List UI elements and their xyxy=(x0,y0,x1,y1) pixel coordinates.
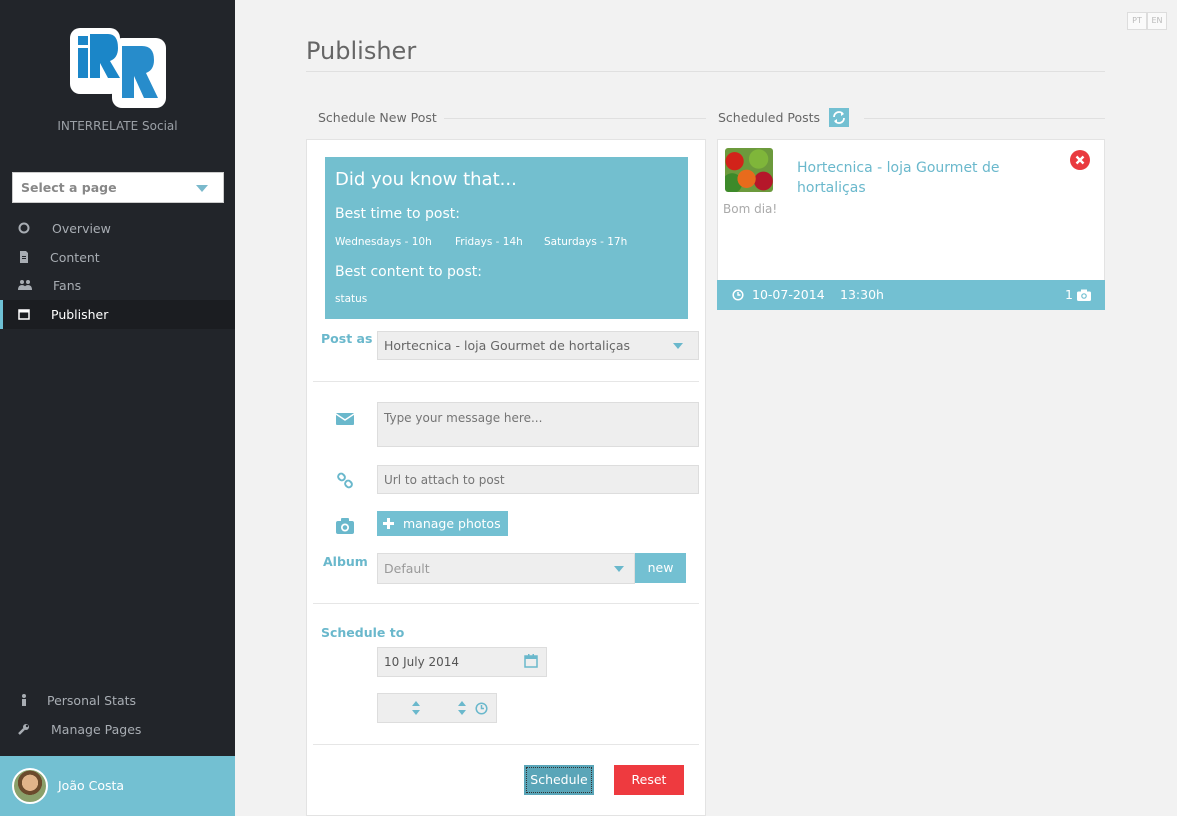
file-icon xyxy=(20,251,28,263)
sidebar-item-manage-pages[interactable]: Manage Pages xyxy=(0,715,235,744)
section-divider xyxy=(444,118,706,119)
clock-icon xyxy=(475,702,488,715)
camera-icon xyxy=(336,518,354,534)
album-select[interactable]: Default xyxy=(377,553,635,584)
album-label: Album xyxy=(323,554,368,569)
envelope-icon xyxy=(335,413,355,425)
post-footer: 10-07-2014 13:30h 1 xyxy=(717,280,1105,310)
post-page-name[interactable]: Hortecnica - loja Gourmet de hortaliças xyxy=(797,158,1057,198)
page-thumbnail xyxy=(725,148,773,192)
spinner-arrows-icon xyxy=(412,701,420,715)
divider xyxy=(313,744,699,745)
calendar-icon xyxy=(18,309,30,320)
avatar xyxy=(12,768,48,804)
title-divider xyxy=(306,71,1105,72)
post-date: 10-07-2014 xyxy=(752,287,825,302)
sidebar-item-content[interactable]: Content xyxy=(0,243,235,272)
camera-icon xyxy=(1077,289,1091,301)
tip-best-content-label: Best content to post: xyxy=(335,264,482,280)
refresh-icon xyxy=(833,111,845,124)
sidebar-item-fans[interactable]: Fans xyxy=(0,271,235,300)
time-picker[interactable] xyxy=(377,693,497,723)
album-value: Default xyxy=(384,561,430,576)
page-title: Publisher xyxy=(306,37,417,65)
chevron-down-icon xyxy=(196,185,208,192)
tip-time: Fridays - 14h xyxy=(455,236,523,248)
users-icon xyxy=(18,280,32,290)
sidebar-item-label: Manage Pages xyxy=(51,722,142,737)
section-title-scheduled: Scheduled Posts xyxy=(718,110,821,125)
manage-photos-label: manage photos xyxy=(403,516,501,531)
sidebar: INTERRELATE Social Select a page Overvie… xyxy=(0,0,235,816)
refresh-button[interactable] xyxy=(829,108,849,127)
spinner-arrows-icon xyxy=(458,701,466,715)
link-icon xyxy=(337,472,353,489)
page-select-label: Select a page xyxy=(21,180,117,195)
user-name: João Costa xyxy=(58,778,125,793)
sidebar-item-personal-stats[interactable]: Personal Stats xyxy=(0,686,235,715)
tip-time: Saturdays - 17h xyxy=(544,236,628,248)
section-divider xyxy=(864,118,1105,119)
lang-en-button[interactable]: EN xyxy=(1147,12,1167,30)
wrench-icon xyxy=(18,724,29,735)
post-as-select[interactable]: Hortecnica - loja Gourmet de hortaliças xyxy=(377,331,699,360)
sidebar-item-label: Content xyxy=(50,250,100,265)
brand-name: INTERRELATE Social xyxy=(57,119,178,133)
tip-time: Wednesdays - 10h xyxy=(335,236,432,248)
clock-icon xyxy=(732,289,744,301)
tip-content: status xyxy=(335,293,368,305)
sidebar-item-publisher[interactable]: Publisher xyxy=(0,300,235,329)
plus-icon xyxy=(383,518,394,529)
tip-best-time-label: Best time to post: xyxy=(335,206,460,222)
chevron-down-icon xyxy=(673,343,683,349)
delete-post-button[interactable] xyxy=(1070,150,1090,170)
manage-photos-button[interactable]: manage photos xyxy=(377,511,508,536)
new-album-button[interactable]: new xyxy=(635,553,686,583)
message-input[interactable] xyxy=(377,402,699,447)
divider xyxy=(313,603,699,604)
reset-button[interactable]: Reset xyxy=(614,765,684,795)
page-select[interactable]: Select a page xyxy=(12,172,224,203)
lang-pt-button[interactable]: PT xyxy=(1127,12,1147,30)
sidebar-item-label: Fans xyxy=(53,278,82,293)
date-value: 10 July 2014 xyxy=(384,655,460,669)
sidebar-item-label: Overview xyxy=(52,221,111,236)
person-icon xyxy=(22,694,26,706)
irr-logo xyxy=(68,26,168,110)
minute-stepper[interactable] xyxy=(424,694,470,722)
tip-heading: Did you know that... xyxy=(335,169,517,190)
sidebar-item-label: Publisher xyxy=(51,307,109,322)
divider xyxy=(313,381,699,382)
schedule-to-label: Schedule to xyxy=(321,625,405,640)
section-title-new-post: Schedule New Post xyxy=(318,110,437,125)
sidebar-item-label: Personal Stats xyxy=(47,693,137,708)
schedule-button[interactable]: Schedule xyxy=(524,765,594,795)
post-time: 13:30h xyxy=(840,287,884,302)
post-as-label: Post as xyxy=(321,331,373,346)
user-bar[interactable]: João Costa xyxy=(0,756,235,816)
date-input[interactable]: 10 July 2014 xyxy=(377,647,547,677)
tip-box: Did you know that... Best time to post: … xyxy=(325,157,688,319)
sidebar-item-overview[interactable]: Overview xyxy=(0,214,235,243)
hour-stepper[interactable] xyxy=(378,694,424,722)
url-input[interactable] xyxy=(377,465,699,494)
post-as-value: Hortecnica - loja Gourmet de hortaliças xyxy=(384,338,631,353)
close-icon xyxy=(1075,155,1085,165)
calendar-icon xyxy=(524,654,538,668)
photo-count: 1 xyxy=(1065,287,1073,302)
post-message: Bom dia! xyxy=(723,202,778,216)
circle-o-icon xyxy=(18,222,30,234)
chevron-down-icon xyxy=(614,566,624,572)
